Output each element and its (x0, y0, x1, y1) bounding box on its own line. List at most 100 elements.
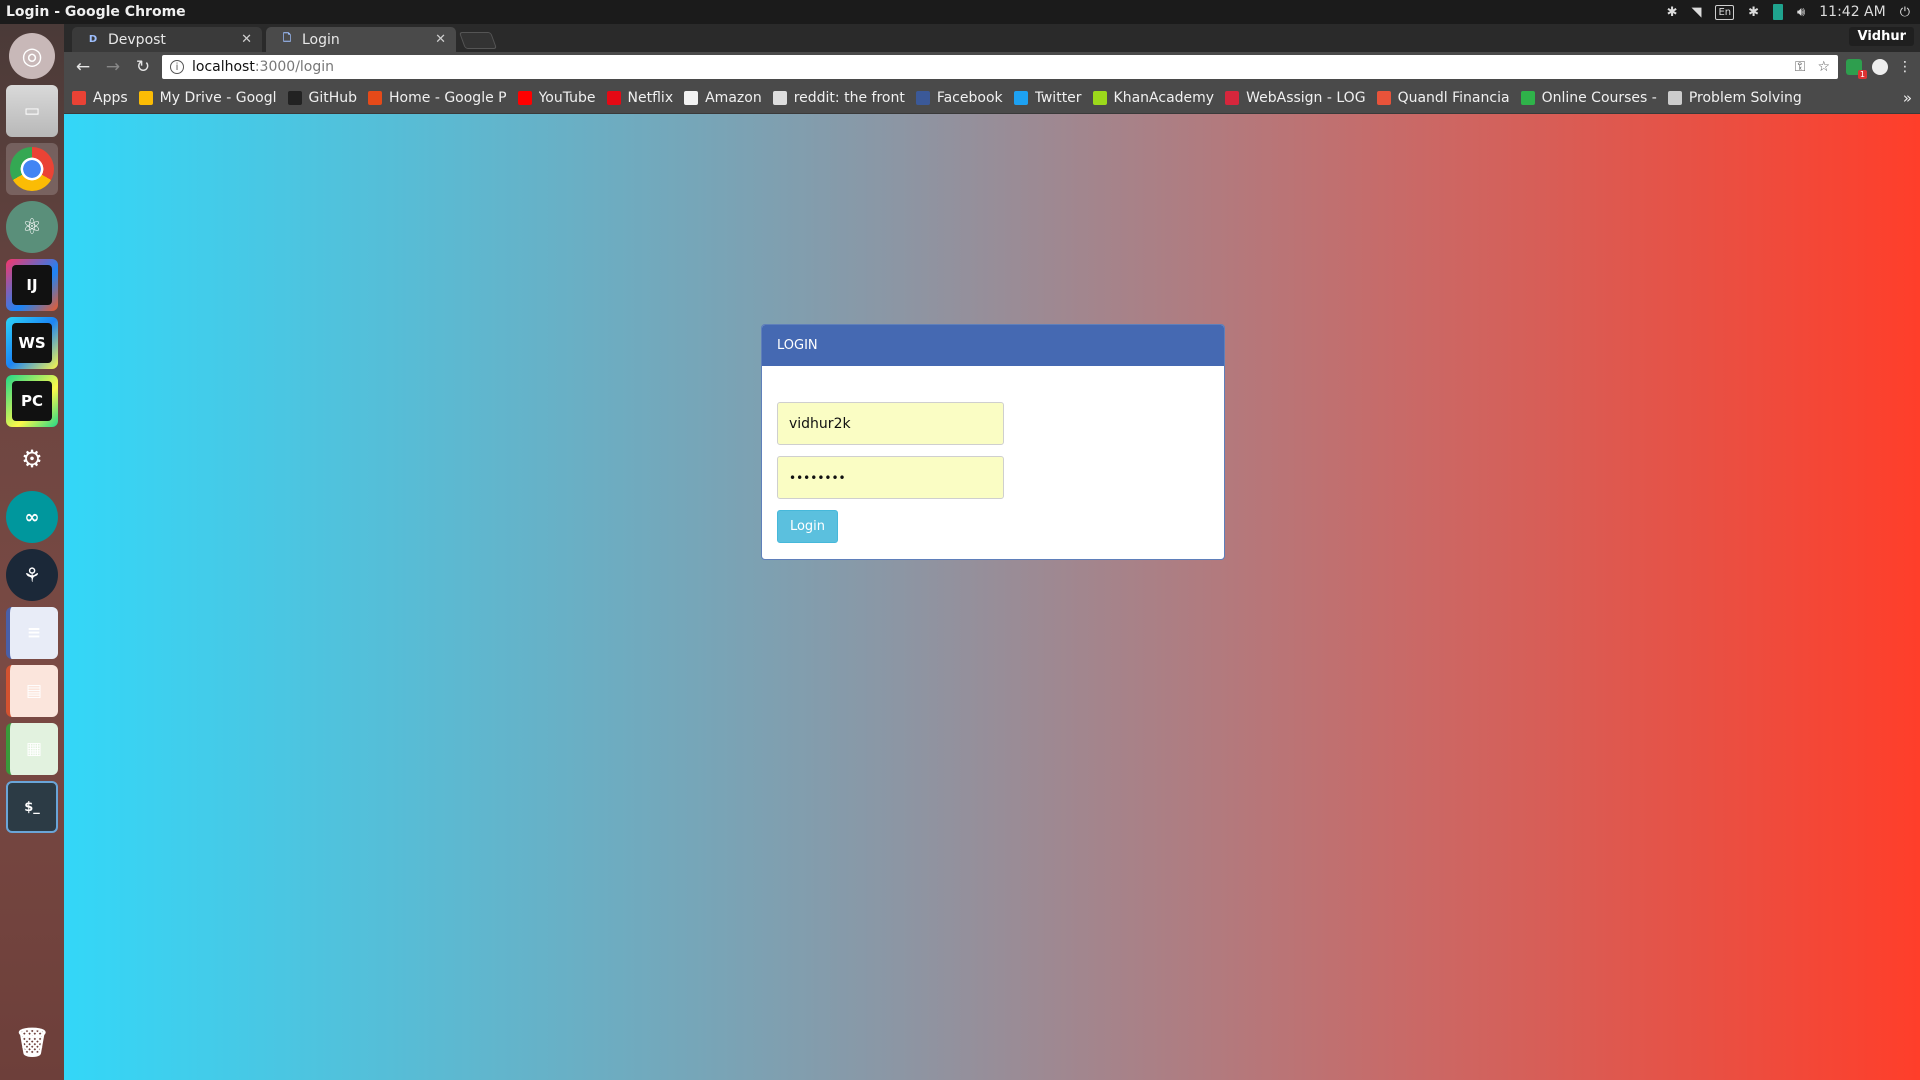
bookmark-item[interactable]: Amazon (684, 90, 762, 106)
top-panel: Login - Google Chrome ✱ ◥ En ✱ 🔊︎ 11:42 … (0, 0, 1920, 24)
bookmark-favicon-icon (915, 90, 930, 105)
dash-icon[interactable]: ◎ (9, 33, 55, 79)
bookmark-item[interactable]: reddit: the front (772, 90, 905, 106)
login-form: vidhur2k •••••••• Login (762, 366, 1224, 543)
launcher: ◎ ▭ ⚛ IJ WS PC ⚙ ∞ ⚘ ≡ ▤ ▦ $_ 🗑︎ (0, 24, 64, 1080)
close-tab-icon[interactable]: ✕ (241, 32, 252, 47)
bookmark-favicon-icon (606, 90, 621, 105)
tab-devpost[interactable]: D Devpost ✕ (72, 27, 262, 52)
tab-strip: D Devpost ✕ 🗋︎ Login ✕ Vidhur (64, 24, 1920, 52)
bookmark-favicon-icon (1520, 90, 1535, 105)
bookmark-item[interactable]: Facebook (915, 89, 1003, 106)
bookmark-favicon-icon (772, 90, 787, 105)
trash-icon[interactable]: 🗑︎ (6, 1016, 58, 1068)
bookmark-favicon-icon (1376, 90, 1391, 105)
tab-label: Devpost (108, 31, 166, 48)
new-tab-button[interactable] (458, 32, 498, 49)
bookmark-item[interactable]: My Drive - Googl (138, 89, 277, 106)
url-path: :3000/login (254, 59, 335, 75)
login-panel-header: LOGIN (762, 325, 1224, 366)
tab-label: Login (302, 31, 340, 48)
bookmark-favicon-icon (287, 90, 302, 105)
keyboard-language-indicator[interactable]: En (1715, 4, 1735, 20)
volume-icon[interactable]: 🔊︎ (1797, 5, 1805, 20)
chrome-launcher-item[interactable] (6, 143, 58, 195)
bookmark-label: Online Courses - (1541, 89, 1657, 106)
atom-icon[interactable]: ⚛ (6, 201, 58, 253)
url-host: localhost (192, 59, 255, 75)
bookmarks-bar: Apps My Drive - Googl GitHub Home - Google … (64, 82, 1920, 114)
bookmark-label: KhanAcademy (1113, 89, 1215, 106)
files-icon[interactable]: ▭ (6, 85, 58, 137)
login-panel: LOGIN vidhur2k •••••••• Login (761, 324, 1225, 560)
profile-button[interactable]: Vidhur (1849, 27, 1914, 46)
address-bar[interactable]: i localhost:3000/login ⚿ ☆ (162, 55, 1838, 79)
forward-arrow-icon[interactable]: → (102, 56, 124, 78)
bookmark-item[interactable]: GitHub (287, 89, 358, 106)
bookmark-label: Quandl Financia (1397, 89, 1510, 106)
devpost-favicon-icon: D (88, 34, 98, 45)
clock[interactable]: 11:42 AM (1819, 4, 1885, 20)
extension-grammarly-icon[interactable]: 1 (1846, 59, 1867, 79)
system-tray: ✱ ◥ En ✱ 🔊︎ 11:42 AM ⏻ (1667, 4, 1920, 20)
libreoffice-calc-icon[interactable]: ▦ (6, 723, 58, 775)
bookmark-item[interactable]: Problem Solving (1667, 89, 1802, 106)
chrome-menu-icon[interactable]: ⋮ (1898, 59, 1912, 75)
key-icon[interactable]: ⚿ (1795, 59, 1806, 75)
intellij-idea-icon[interactable]: IJ (6, 259, 58, 311)
chrome-icon (10, 147, 54, 191)
bluetooth-icon[interactable]: ✱ (1667, 5, 1678, 20)
bookmark-label: WebAssign - LOG (1246, 89, 1366, 106)
bluetooth-secondary-icon[interactable]: ✱ (1748, 5, 1759, 20)
bookmark-item[interactable]: YouTube (517, 89, 596, 106)
username-input[interactable]: vidhur2k (777, 402, 1004, 445)
power-icon[interactable]: ⏻ (1900, 5, 1910, 20)
bookmark-favicon-icon (1013, 90, 1028, 105)
bookmark-label: Amazon (705, 89, 762, 106)
bookmark-label: Apps (93, 89, 128, 106)
webstorm-icon[interactable]: WS (6, 317, 58, 369)
bookmark-item[interactable]: KhanAcademy (1092, 89, 1215, 106)
site-info-icon[interactable]: i (170, 60, 184, 74)
bookmark-label: YouTube (538, 89, 596, 106)
bookmark-item[interactable]: Online Courses - (1520, 89, 1657, 106)
android-studio-icon[interactable]: ⚙ (6, 433, 58, 485)
login-button[interactable]: Login (777, 510, 838, 543)
bookmark-label: Facebook (936, 89, 1003, 106)
bookmark-item[interactable]: Home - Google P (368, 90, 507, 106)
bookmark-star-icon[interactable]: ☆ (1817, 59, 1830, 75)
steam-icon[interactable]: ⚘ (6, 549, 58, 601)
bookmark-item[interactable]: Netflix (606, 90, 673, 106)
libreoffice-writer-icon[interactable]: ≡ (6, 607, 58, 659)
bookmark-label: GitHub (308, 89, 358, 106)
bookmark-label: Problem Solving (1688, 89, 1802, 106)
bookmark-favicon-icon (517, 90, 532, 105)
reload-icon[interactable]: ↻ (132, 56, 154, 78)
bookmark-label: Twitter (1034, 89, 1082, 106)
battery-icon[interactable] (1773, 4, 1784, 20)
bookmark-label: Home - Google P (389, 89, 507, 106)
page-favicon-icon: 🗋︎ (282, 33, 292, 44)
pycharm-icon[interactable]: PC (6, 375, 58, 427)
bookmark-favicon-icon (368, 90, 383, 105)
tab-login[interactable]: 🗋︎ Login ✕ (266, 27, 456, 52)
bookmark-label: My Drive - Googl (159, 89, 277, 106)
wifi-icon[interactable]: ◥ (1691, 5, 1701, 20)
password-input[interactable]: •••••••• (777, 456, 1004, 499)
bookmark-favicon-icon (138, 90, 153, 105)
bookmark-item[interactable]: Quandl Financia (1376, 89, 1510, 106)
browser-toolbar: ← → ↻ i localhost:3000/login ⚿ ☆ 1 ⋮ (64, 52, 1920, 82)
more-bookmarks-icon[interactable]: » (1903, 89, 1912, 107)
extension-circle-icon[interactable] (1872, 59, 1888, 75)
bookmark-item[interactable]: WebAssign - LOG (1225, 89, 1366, 106)
bookmark-favicon-icon (684, 90, 699, 105)
terminal-icon[interactable]: $_ (6, 781, 58, 833)
bookmark-item[interactable]: Twitter (1013, 89, 1082, 106)
bookmark-item[interactable]: Apps (72, 90, 128, 106)
bookmark-favicon-icon (1092, 90, 1107, 105)
libreoffice-impress-icon[interactable]: ▤ (6, 665, 58, 717)
close-tab-icon[interactable]: ✕ (435, 32, 446, 47)
arduino-icon[interactable]: ∞ (6, 491, 58, 543)
back-arrow-icon[interactable]: ← (72, 56, 94, 78)
bookmark-favicon-icon (1667, 90, 1682, 105)
